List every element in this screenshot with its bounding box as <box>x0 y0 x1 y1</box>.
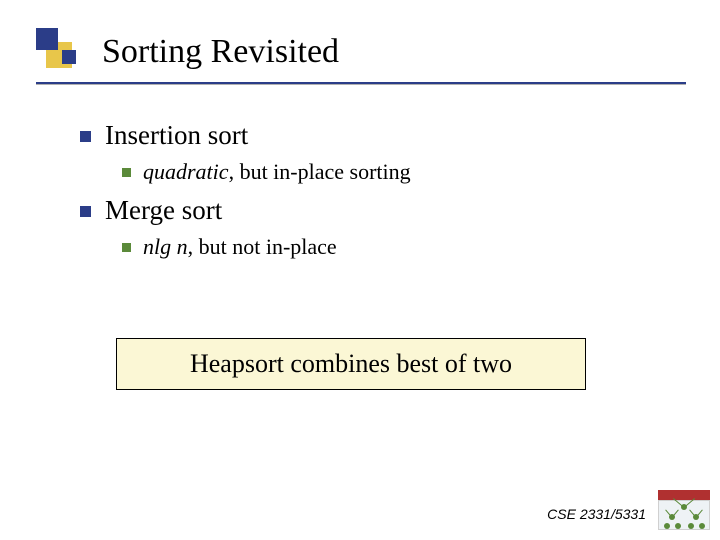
item-label: Merge sort <box>105 195 222 225</box>
item-label: Insertion sort <box>105 120 248 150</box>
bullet-icon <box>80 131 91 142</box>
title-area: Sorting Revisited <box>36 28 676 76</box>
title-underline <box>36 82 686 85</box>
list-item: Merge sort <box>80 195 660 226</box>
bullet-icon <box>80 206 91 217</box>
subitem-rest: , but in-place sorting <box>229 159 411 184</box>
callout-box: Heapsort combines best of two <box>116 338 586 390</box>
course-logo-icon <box>658 490 710 530</box>
course-label: CSE 2331/5331 <box>547 506 646 522</box>
list-subitem: quadratic, but in-place sorting <box>122 159 660 185</box>
body: Insertion sort quadratic, but in-place s… <box>80 110 660 260</box>
list-item: Insertion sort <box>80 120 660 151</box>
title-decor-icon <box>36 28 84 76</box>
subitem-emph: nlg n <box>143 234 188 259</box>
slide-title: Sorting Revisited <box>102 33 339 71</box>
callout-text: Heapsort combines best of two <box>190 349 512 379</box>
subitem-emph: quadratic <box>143 159 229 184</box>
bullet-icon <box>122 243 131 252</box>
list-subitem: nlg n, but not in-place <box>122 234 660 260</box>
bullet-icon <box>122 168 131 177</box>
subitem-rest: , but not in-place <box>188 234 337 259</box>
